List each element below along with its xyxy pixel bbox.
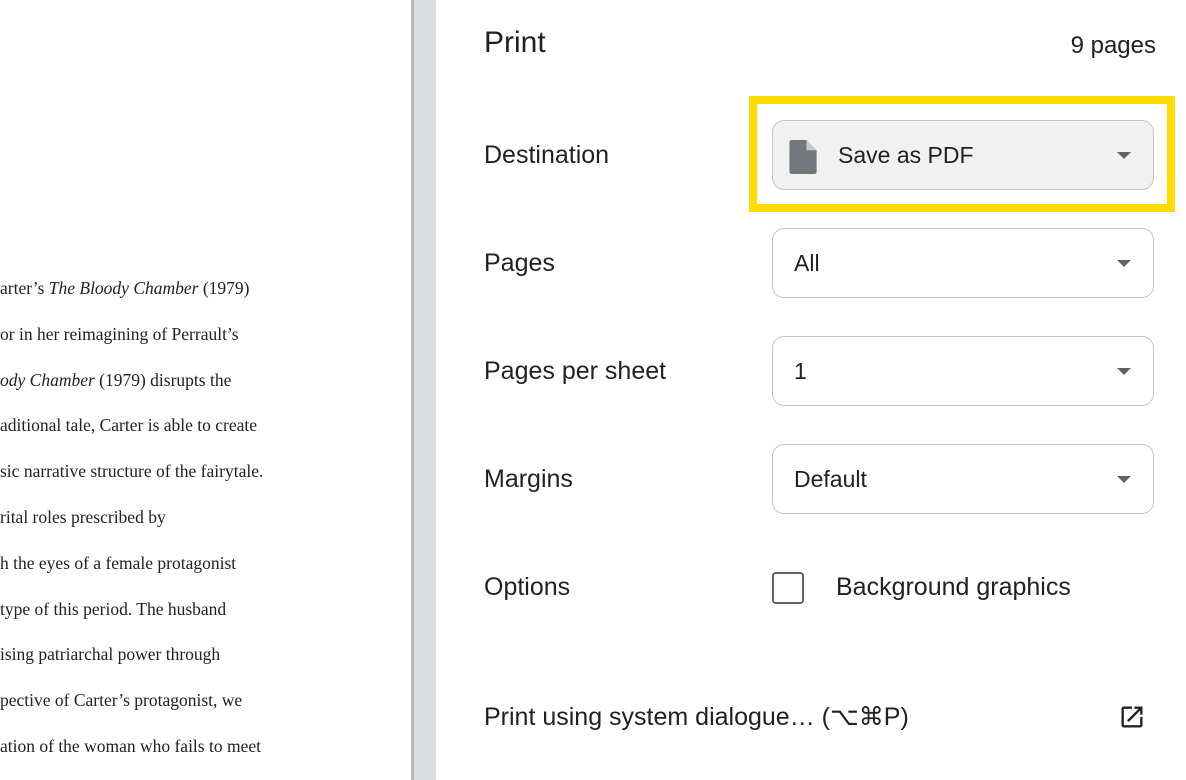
preview-text: or in her reimagining of Perrault’s	[0, 323, 239, 344]
preview-text-line: type of this period. The husband	[0, 599, 226, 620]
margins-label: Margins	[484, 465, 573, 493]
preview-gutter	[414, 0, 436, 780]
preview-italic-text: ody Chamber	[0, 369, 95, 390]
preview-italic-text: The Bloody Chamber	[48, 278, 199, 298]
print-preview: arter’s The Bloody Chamber (1979) or in h…	[0, 0, 411, 780]
preview-text: arter’s	[0, 278, 49, 298]
chevron-down-icon	[1117, 152, 1131, 159]
destination-select[interactable]: Save as PDF	[772, 120, 1154, 190]
pages-per-sheet-value: 1	[794, 358, 807, 384]
open-in-new-icon[interactable]	[1118, 703, 1146, 731]
preview-text: (1979) disrupts the	[94, 369, 232, 390]
preview-text-line: ody Chamber (1979) disrupts the	[0, 370, 231, 391]
preview-text-line: ising patriarchal power through	[0, 644, 220, 665]
preview-text-line: rital roles prescribed by	[0, 507, 166, 528]
options-label: Options	[484, 573, 571, 601]
preview-text-line: pective of Carter’s protagonist, we	[0, 690, 242, 711]
pages-per-sheet-select[interactable]: 1	[772, 336, 1154, 406]
preview-text: pective of Carter’s protagonist, we	[0, 690, 243, 711]
sheet-count: 9 pages	[1070, 32, 1156, 59]
file-icon	[789, 140, 817, 174]
pages-per-sheet-label: Pages per sheet	[484, 357, 667, 385]
preview-text-line: h the eyes of a female protagonist	[0, 553, 236, 574]
pages-value: All	[794, 250, 820, 276]
preview-text-line: or in her reimagining of Perrault’s	[0, 324, 239, 345]
destination-label: Destination	[484, 141, 610, 169]
pages-label: Pages	[484, 249, 555, 277]
preview-text: h the eyes of a female protagonist	[0, 552, 237, 573]
preview-text: type of this period. The husband	[0, 598, 227, 619]
preview-text-line: arter’s The Bloody Chamber (1979)	[0, 278, 250, 299]
chevron-down-icon	[1117, 368, 1131, 375]
background-graphics-label[interactable]: Background graphics	[836, 573, 1071, 602]
preview-text: sic narrative structure of the fairytale…	[0, 461, 264, 482]
margins-select[interactable]: Default	[772, 444, 1154, 514]
preview-text: rital roles prescribed by	[0, 507, 166, 527]
preview-text-line: sic narrative structure of the fairytale…	[0, 461, 263, 482]
preview-text: (1979)	[198, 278, 250, 298]
print-title: Print	[484, 26, 546, 59]
background-graphics-checkbox[interactable]	[772, 572, 804, 604]
pages-select[interactable]: All	[772, 228, 1154, 298]
preview-text-line: ation of the woman who fails to meet	[0, 736, 261, 757]
system-dialog-link[interactable]: Print using system dialogue… (⌥⌘P)	[484, 702, 909, 732]
margins-value: Default	[794, 466, 867, 492]
destination-value: Save as PDF	[838, 142, 974, 168]
preview-text: ising patriarchal power through	[0, 644, 221, 665]
preview-text: aditional tale, Carter is able to create	[0, 415, 258, 436]
chevron-down-icon	[1117, 476, 1131, 483]
print-settings-panel: Print 9 pages Destination Save as PDF Pa…	[436, 0, 1186, 780]
preview-text: ation of the woman who fails to meet	[0, 736, 261, 756]
chevron-down-icon	[1117, 260, 1131, 267]
preview-text-line: aditional tale, Carter is able to create	[0, 415, 257, 436]
